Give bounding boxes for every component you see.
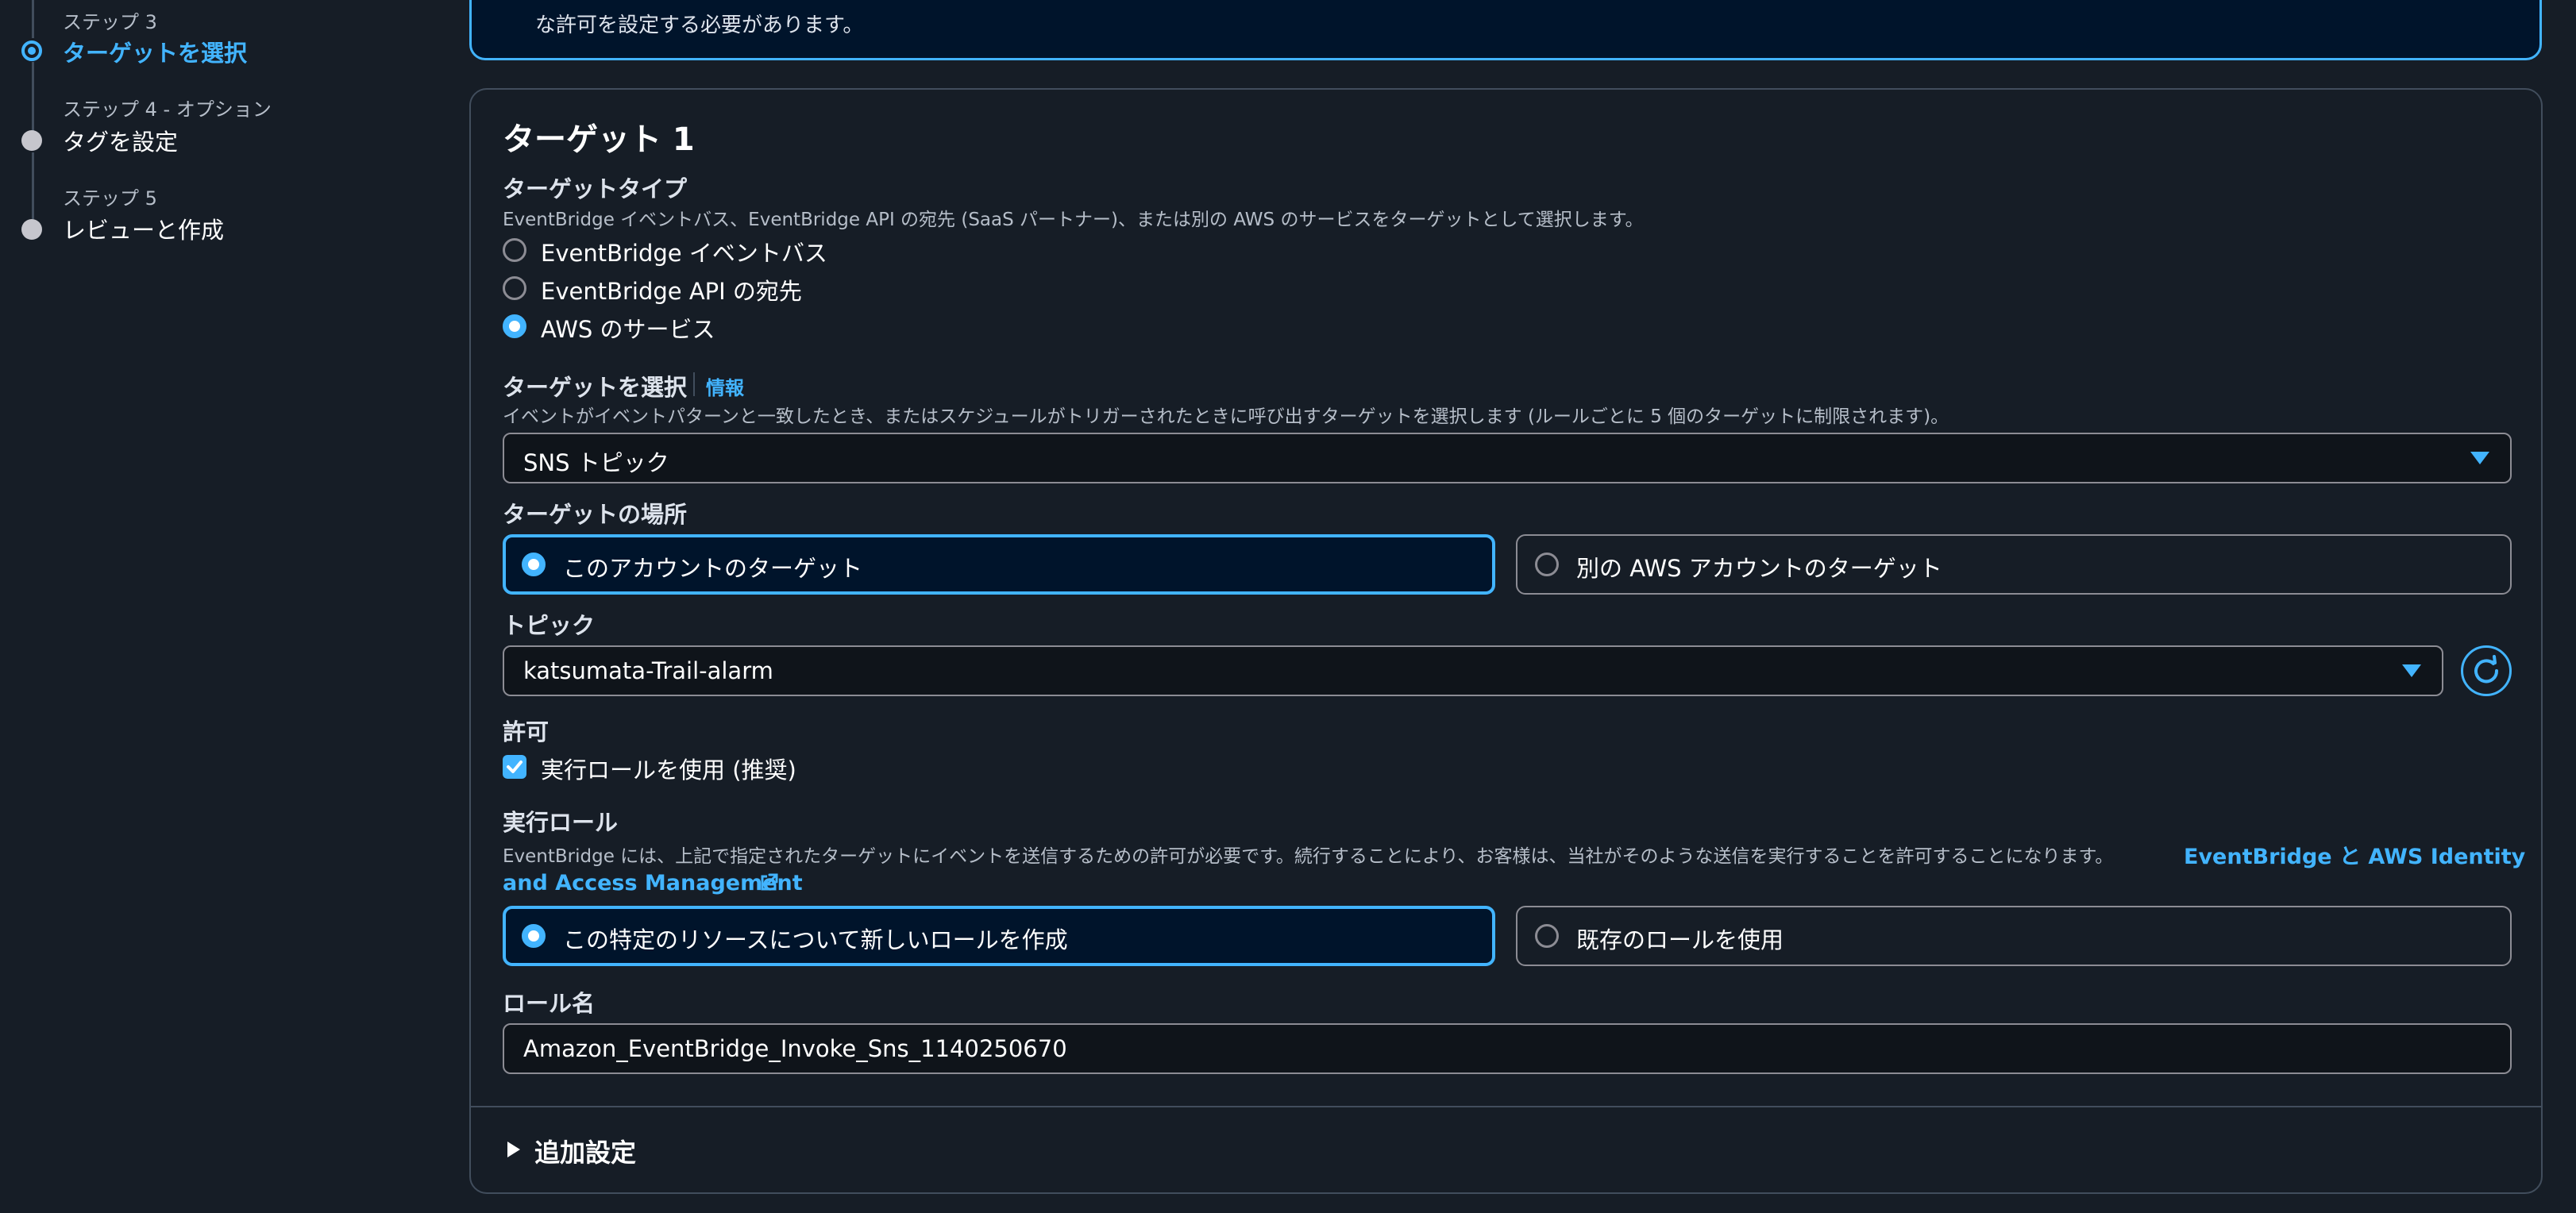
tile-existing-role[interactable]: 既存のロールを使用	[1516, 906, 2512, 966]
tile-existing-role-label: 既存のロールを使用	[1576, 926, 1784, 953]
check-icon	[507, 761, 523, 773]
card-title: ターゲット 1	[503, 121, 695, 158]
radio-this-account[interactable]	[522, 553, 546, 576]
step-4-status-icon	[21, 130, 42, 151]
radio-label-eventbridge-api[interactable]: EventBridge API の宛先	[541, 273, 802, 306]
radio-eventbridge-bus[interactable]	[503, 238, 526, 262]
role-name-label: ロール名	[503, 990, 596, 1017]
stepper-line	[32, 62, 34, 132]
use-execution-role-checkbox[interactable]	[503, 755, 526, 779]
target-service-select[interactable]: SNS トピック	[503, 433, 2512, 483]
target-service-value: SNS トピック	[523, 449, 669, 476]
stepper-line	[32, 152, 34, 219]
topic-label: トピック	[503, 612, 596, 639]
tile-this-account-label: このアカウントのターゲット	[563, 555, 863, 582]
execution-role-label: 実行ロール	[503, 809, 619, 836]
wizard-stepper: ステップ 3 ターゲットを選択 ステップ 4 - オプション タグを設定 ステッ…	[0, 0, 445, 262]
step-3-subtitle: ステップ 3	[63, 11, 157, 33]
tile-other-account[interactable]: 別の AWS アカウントのターゲット	[1516, 534, 2512, 595]
refresh-button[interactable]	[2461, 645, 2512, 696]
card-divider	[471, 1106, 2541, 1107]
target-type-description: EventBridge イベントバス、EventBridge API の宛先 (…	[503, 210, 1644, 230]
info-link[interactable]: 情報	[706, 372, 744, 400]
tile-create-new-role-label: この特定のリソースについて新しいロールを作成	[563, 926, 1068, 953]
caret-down-icon	[2402, 664, 2421, 677]
caret-down-icon	[2470, 452, 2489, 464]
radio-other-account[interactable]	[1535, 553, 1559, 576]
step-5-status-icon	[21, 219, 42, 240]
radio-label-eventbridge-bus[interactable]: EventBridge イベントバス	[541, 235, 827, 268]
target-location-label: ターゲットの場所	[503, 501, 688, 528]
execution-role-description: EventBridge には、上記で指定されたターゲットにイベントを送信するため…	[503, 846, 2114, 867]
role-name-value: Amazon_EventBridge_Invoke_Sns_1140250670	[523, 1035, 1067, 1062]
tile-this-account[interactable]: このアカウントのターゲット	[503, 534, 1495, 595]
info-alert-text: な許可を設定する必要があります。	[535, 13, 864, 37]
radio-aws-service[interactable]	[503, 314, 526, 338]
stepper-line	[32, 0, 34, 38]
permission-label: 許可	[503, 718, 550, 745]
tile-other-account-label: 別の AWS アカウントのターゲット	[1576, 555, 1942, 582]
select-target-description: イベントがイベントパターンと一致したとき、またはスケジュールがトリガーされたとき…	[503, 406, 1949, 427]
info-alert: な許可を設定する必要があります。	[469, 0, 2542, 60]
additional-settings-toggle[interactable]: 追加設定	[534, 1133, 636, 1169]
topic-value: katsumata-Trail-alarm	[523, 657, 773, 684]
step-4-title[interactable]: タグを設定	[63, 124, 178, 157]
step-3-title[interactable]: ターゲットを選択	[63, 35, 247, 68]
caret-right-icon[interactable]	[506, 1140, 522, 1159]
radio-create-new-role[interactable]	[522, 924, 546, 948]
select-target-label: ターゲットを選択	[503, 374, 688, 401]
step-5-subtitle: ステップ 5	[63, 187, 157, 210]
tile-create-new-role[interactable]: この特定のリソースについて新しいロールを作成	[503, 906, 1495, 966]
step-4-subtitle: ステップ 4 - オプション	[63, 98, 272, 121]
target-card: ターゲット 1 ターゲットタイプ EventBridge イベントバス、Even…	[469, 88, 2543, 1194]
external-link-icon[interactable]	[758, 872, 779, 893]
radio-existing-role[interactable]	[1535, 924, 1559, 948]
iam-doc-link-line1[interactable]: EventBridge と AWS Identity	[2184, 839, 2525, 870]
target-type-label: ターゲットタイプ	[503, 175, 688, 202]
topic-select[interactable]: katsumata-Trail-alarm	[503, 645, 2443, 696]
role-name-input[interactable]: Amazon_EventBridge_Invoke_Sns_1140250670	[503, 1023, 2512, 1074]
use-execution-role-label[interactable]: 実行ロールを使用 (推奨)	[541, 752, 796, 785]
label-divider	[693, 372, 695, 396]
radio-label-aws-service[interactable]: AWS のサービス	[541, 311, 715, 345]
refresh-icon	[2474, 655, 2499, 684]
radio-eventbridge-api[interactable]	[503, 276, 526, 300]
step-5-title[interactable]: レビューと作成	[63, 212, 224, 245]
step-3-active-icon	[21, 40, 42, 61]
